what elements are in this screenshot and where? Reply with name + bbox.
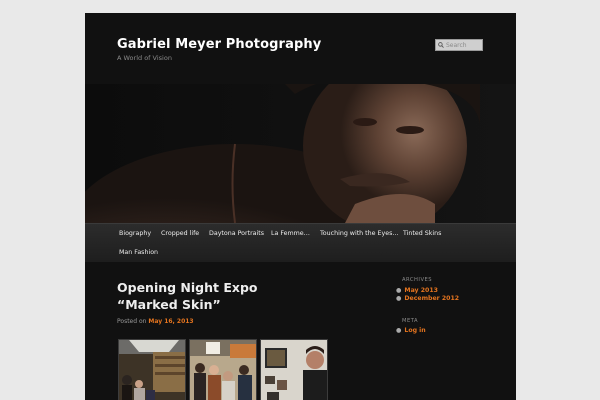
archive-link-label[interactable]: December 2012 xyxy=(404,295,459,302)
gallery-photo xyxy=(119,340,185,400)
archives-widget-title: ARCHIVES xyxy=(402,277,433,283)
bullet-icon: ● xyxy=(396,287,402,294)
site-description: A World of Vision xyxy=(117,54,172,62)
nav-item-biography[interactable]: Biography xyxy=(119,230,151,237)
search-input[interactable] xyxy=(444,40,482,50)
post-date-link[interactable]: May 16, 2013 xyxy=(148,318,193,325)
nav-item-cropped-life[interactable]: Cropped life xyxy=(161,230,199,237)
nav-item-touching-with-the-eyes[interactable]: Touching with the Eyes… xyxy=(320,230,399,237)
post-meta: Posted on May 16, 2013 xyxy=(117,318,194,325)
meta-widget-title: META xyxy=(402,318,419,324)
bullet-icon: ● xyxy=(396,295,402,302)
bullet-icon: ● xyxy=(396,327,402,334)
gallery-thumbnail[interactable] xyxy=(189,339,257,400)
portrait-photo xyxy=(85,84,516,223)
post-title[interactable]: Opening Night Expo “Marked Skin” xyxy=(117,279,317,313)
login-link-label[interactable]: Log in xyxy=(404,327,425,334)
gallery-photo xyxy=(261,340,327,400)
nav-item-tinted-skins[interactable]: Tinted Skins xyxy=(403,230,441,237)
posted-on-label: Posted on xyxy=(117,318,147,325)
search-box[interactable] xyxy=(435,39,483,51)
gallery-photo xyxy=(190,340,256,400)
nav-item-daytona-portraits[interactable]: Daytona Portraits xyxy=(209,230,264,237)
main-navigation: Biography Cropped life Daytona Portraits… xyxy=(85,223,516,262)
gallery-thumbnail[interactable] xyxy=(118,339,186,400)
nav-item-man-fashion[interactable]: Man Fashion xyxy=(119,249,158,256)
nav-item-la-femme[interactable]: La Femme… xyxy=(271,230,310,237)
gallery-thumbnail[interactable] xyxy=(260,339,328,400)
login-link[interactable]: ● Log in xyxy=(396,327,426,334)
site-title[interactable]: Gabriel Meyer Photography xyxy=(117,37,321,52)
archive-link-may-2013[interactable]: ● May 2013 xyxy=(396,287,438,294)
archive-link-label[interactable]: May 2013 xyxy=(404,287,438,294)
header-banner-image[interactable] xyxy=(85,84,516,223)
page-container: Gabriel Meyer Photography A World of Vis… xyxy=(85,13,516,400)
archive-link-december-2012[interactable]: ● December 2012 xyxy=(396,295,459,302)
